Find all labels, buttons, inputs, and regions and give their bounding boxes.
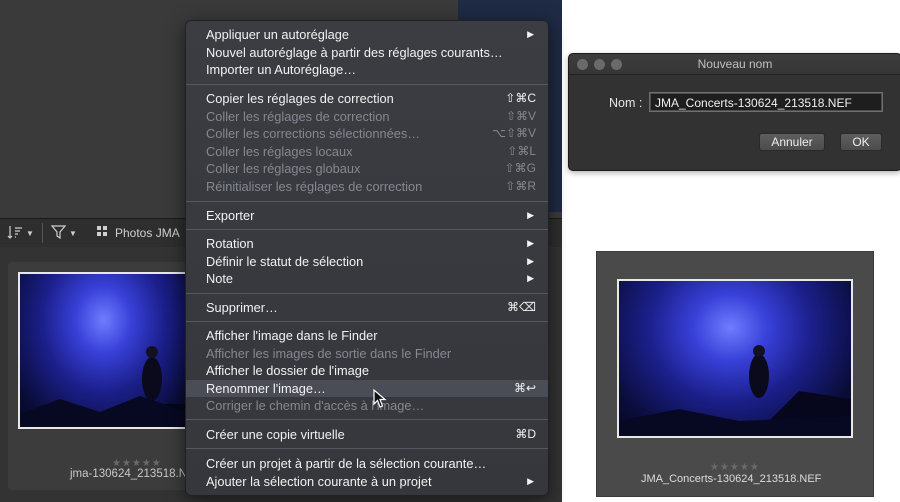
menu-item-label: Rotation — [206, 236, 254, 251]
menu-item-label: Afficher le dossier de l'image — [206, 363, 369, 378]
submenu-arrow-icon: ▶ — [527, 238, 534, 248]
menu-item-show-output-in-finder: Afficher les images de sortie dans le Fi… — [186, 345, 548, 363]
album-label: Photos JMA — [115, 225, 180, 240]
menu-separator — [186, 419, 548, 420]
menu-shortcut: ⌘D — [515, 427, 536, 441]
submenu-arrow-icon: ▶ — [527, 273, 534, 283]
menu-item-fix-path: Corriger le chemin d'accès à l'image… — [186, 397, 548, 415]
rename-dialog: Nouveau nom Nom : JMA_Concerts-130624_21… — [568, 53, 900, 171]
menu-item-label: Créer un projet à partir de la sélection… — [206, 456, 487, 471]
menu-separator — [186, 321, 548, 322]
menu-item-label: Renommer l'image… — [206, 380, 326, 396]
submenu-arrow-icon: ▶ — [527, 29, 534, 39]
menu-separator — [186, 448, 548, 449]
thumbnail-cell[interactable]: ★★★★★ jma-130624_213518.NEF — [8, 262, 208, 490]
menu-shortcut: ⌘↩ — [513, 380, 536, 395]
menu-shortcut: ⇧⌘V — [505, 108, 536, 123]
menu-item-set-selection-status[interactable]: Définir le statut de sélection ▶ — [186, 253, 548, 271]
menu-separator — [186, 201, 548, 202]
preview-filename: JMA_Concerts-130624_213518.NEF — [641, 473, 822, 485]
dialog-titlebar: Nouveau nom — [569, 54, 900, 75]
filter-icon — [50, 225, 67, 242]
menu-item-label: Coller les réglages locaux — [206, 143, 353, 159]
menu-item-label: Coller les réglages globaux — [206, 161, 361, 176]
thumbnail-filename: jma-130624_213518.NEF — [70, 468, 202, 480]
menu-item-reset-adjustments: Réinitialiser les réglages de correction… — [186, 178, 548, 196]
menu-item-delete[interactable]: Supprimer… ⌘⌫ — [186, 299, 548, 317]
menu-item-label: Ajouter la sélection courante à un proje… — [206, 473, 432, 489]
sort-button[interactable]: ▼ — [7, 225, 34, 242]
menu-item-label: Créer une copie virtuelle — [206, 427, 345, 442]
menu-separator — [186, 84, 548, 85]
menu-item-label: Exporter — [206, 208, 255, 223]
name-label: Nom : — [609, 96, 643, 110]
submenu-arrow-icon: ▶ — [527, 210, 534, 220]
chevron-down-icon: ▼ — [69, 229, 77, 238]
menu-item-virtual-copy[interactable]: Créer une copie virtuelle ⌘D — [186, 426, 548, 444]
menu-item-show-folder[interactable]: Afficher le dossier de l'image — [186, 362, 548, 380]
dialog-title: Nouveau nom — [697, 57, 773, 71]
chevron-down-icon: ▼ — [26, 229, 34, 238]
concert-photo — [20, 274, 194, 427]
menu-shortcut: ⌘⌫ — [507, 300, 536, 314]
menu-item-paste-local: Coller les réglages locaux ⇧⌘L — [186, 143, 548, 161]
grid-icon — [96, 225, 108, 240]
menu-item-copy-adjustments[interactable]: Copier les réglages de correction ⇧⌘C — [186, 90, 548, 108]
menu-shortcut: ⌥⇧⌘V — [492, 126, 536, 140]
thumbnail-image[interactable] — [18, 272, 196, 429]
menu-item-create-project[interactable]: Créer un projet à partir de la sélection… — [186, 455, 548, 473]
context-menu: Appliquer un autoréglage ▶ Nouvel autoré… — [185, 20, 549, 496]
mouse-cursor-icon — [373, 388, 387, 414]
menu-item-label: Afficher l'image dans le Finder — [206, 328, 378, 343]
ok-button[interactable]: OK — [840, 133, 882, 151]
menu-item-label: Coller les corrections sélectionnées… — [206, 126, 421, 141]
menu-shortcut: ⇧⌘C — [505, 91, 536, 105]
sort-icon — [7, 225, 23, 242]
renamed-thumbnail-preview: ★★★★★ JMA_Concerts-130624_213518.NEF — [596, 251, 874, 497]
menu-item-paste-global: Coller les réglages globaux ⇧⌘G — [186, 160, 548, 178]
menu-item-paste-adjustments: Coller les réglages de correction ⇧⌘V — [186, 108, 548, 126]
menu-item-label: Copier les réglages de correction — [206, 91, 394, 106]
album-indicator[interactable]: Photos JMA — [96, 225, 180, 240]
filter-button[interactable]: ▼ — [50, 225, 77, 242]
menu-item-rotation[interactable]: Rotation ▶ — [186, 235, 548, 253]
menu-item-label: Réinitialiser les réglages de correction — [206, 178, 423, 194]
menu-item-label: Nouvel autoréglage à partir des réglages… — [206, 44, 503, 60]
submenu-arrow-icon: ▶ — [527, 255, 534, 266]
menu-separator — [186, 229, 548, 230]
cancel-button[interactable]: Annuler — [759, 133, 825, 151]
menu-item-rename-image[interactable]: Renommer l'image… ⌘↩ — [186, 379, 548, 397]
menu-shortcut: ⇧⌘G — [504, 161, 536, 175]
menu-item-export[interactable]: Exporter ▶ — [186, 207, 548, 225]
menu-item-import-preset[interactable]: Importer un Autoréglage… — [186, 61, 548, 79]
menu-item-add-to-project[interactable]: Ajouter la sélection courante à un proje… — [186, 473, 548, 491]
menu-item-label: Corriger le chemin d'accès à l'image… — [206, 398, 425, 413]
menu-item-rating[interactable]: Note ▶ — [186, 270, 548, 288]
menu-item-label: Importer un Autoréglage… — [206, 62, 357, 77]
menu-shortcut: ⇧⌘R — [505, 178, 536, 193]
name-input[interactable]: JMA_Concerts-130624_213518.NEF — [649, 92, 883, 112]
concert-photo — [619, 281, 851, 436]
menu-item-apply-preset[interactable]: Appliquer un autoréglage ▶ — [186, 26, 548, 44]
submenu-arrow-icon: ▶ — [527, 475, 534, 486]
menu-separator — [186, 293, 548, 294]
rating-stars[interactable]: ★★★★★ — [710, 462, 760, 473]
menu-item-label: Coller les réglages de correction — [206, 108, 390, 124]
menu-item-label: Supprimer… — [206, 300, 278, 315]
menu-item-label: Appliquer un autoréglage — [206, 27, 350, 42]
menu-item-paste-selected: Coller les corrections sélectionnées… ⌥⇧… — [186, 125, 548, 143]
menu-item-label: Note — [206, 271, 234, 286]
menu-item-new-preset[interactable]: Nouvel autoréglage à partir des réglages… — [186, 44, 548, 62]
menu-shortcut: ⇧⌘L — [507, 143, 536, 158]
menu-item-label: Définir le statut de sélection — [206, 253, 364, 269]
preview-image[interactable] — [617, 279, 853, 438]
menu-item-show-in-finder[interactable]: Afficher l'image dans le Finder — [186, 327, 548, 345]
menu-item-label: Afficher les images de sortie dans le Fi… — [206, 345, 452, 361]
